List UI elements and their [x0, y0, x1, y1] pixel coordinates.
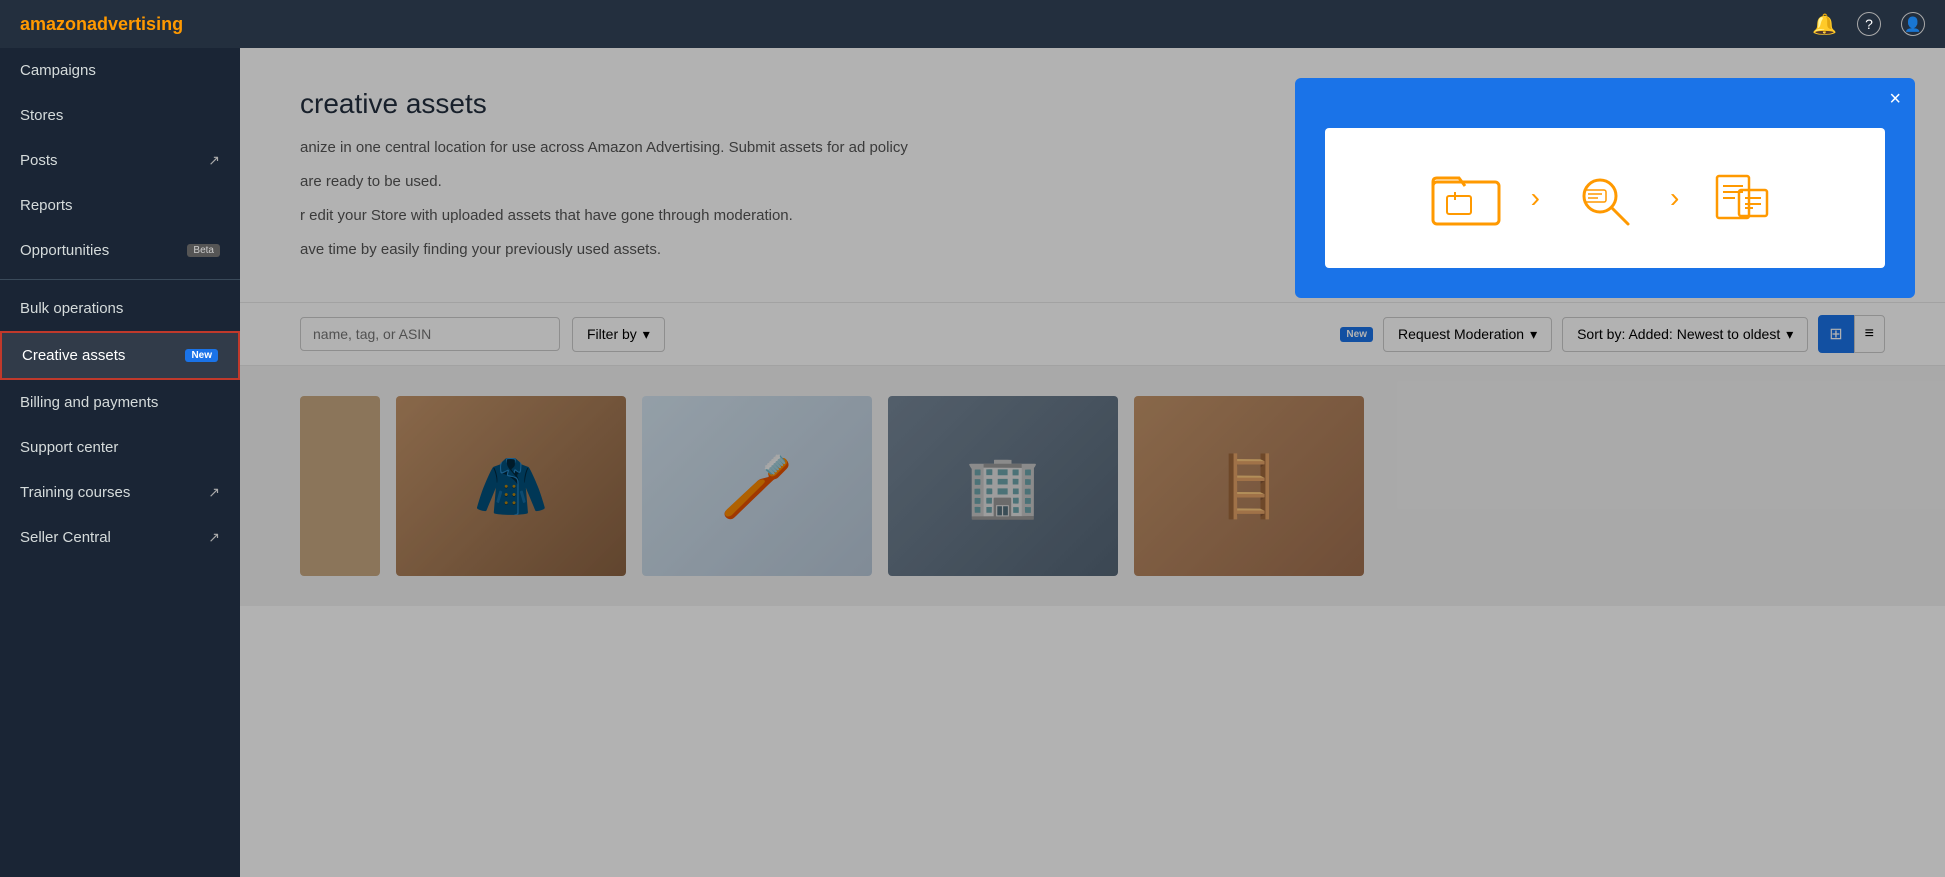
logo-amazon: amazonadvertising: [20, 14, 183, 35]
sidebar-item-bulk-operations[interactable]: Bulk operations: [0, 286, 240, 331]
notification-icon[interactable]: 🔔: [1812, 12, 1837, 37]
workflow-step-1: [1431, 168, 1501, 228]
sidebar-item-posts[interactable]: Posts ↗: [0, 138, 240, 183]
sidebar-label-creative-assets: Creative assets: [22, 347, 125, 364]
sidebar-label-support: Support center: [20, 439, 118, 456]
posts-exit-icon: ↗: [208, 152, 220, 169]
workflow-arrow-1: ›: [1531, 182, 1540, 214]
sidebar-item-opportunities[interactable]: Opportunities Beta: [0, 228, 240, 273]
sidebar: Campaigns Stores Posts ↗ Reports Opportu…: [0, 48, 240, 877]
advertising-text: advertising: [87, 14, 183, 34]
workflow-step-3: [1709, 168, 1779, 228]
content-area: creative assets anize in one central loc…: [240, 48, 1945, 877]
sidebar-item-stores[interactable]: Stores: [0, 93, 240, 138]
modal-inner: › ›: [1325, 128, 1885, 268]
sidebar-label-opportunities: Opportunities: [20, 242, 109, 259]
sidebar-item-seller-central[interactable]: Seller Central ↗: [0, 515, 240, 560]
workflow-arrow-2: ›: [1670, 182, 1679, 214]
user-icon[interactable]: 👤: [1901, 12, 1925, 36]
sidebar-item-support[interactable]: Support center: [0, 425, 240, 470]
modal-overlay: × ›: [240, 48, 1945, 877]
sidebar-label-bulk-operations: Bulk operations: [20, 300, 123, 317]
sidebar-label-reports: Reports: [20, 197, 73, 214]
top-header: amazonadvertising 🔔 ? 👤: [0, 0, 1945, 48]
sidebar-label-stores: Stores: [20, 107, 63, 124]
search-workflow-icon: [1570, 168, 1640, 228]
help-icon[interactable]: ?: [1857, 12, 1881, 36]
sidebar-item-creative-assets[interactable]: Creative assets New: [0, 331, 240, 380]
sidebar-label-training: Training courses: [20, 484, 130, 501]
training-exit-icon: ↗: [208, 484, 220, 501]
creative-assets-new-badge: New: [185, 349, 218, 362]
header-icons: 🔔 ? 👤: [1812, 12, 1925, 37]
seller-central-exit-icon: ↗: [208, 529, 220, 546]
document-icon: [1709, 168, 1779, 228]
sidebar-divider: [0, 279, 240, 280]
modal-close-button[interactable]: ×: [1889, 88, 1901, 111]
main-layout: Campaigns Stores Posts ↗ Reports Opportu…: [0, 48, 1945, 877]
workflow-step-2: [1570, 168, 1640, 228]
amazon-text: amazon: [20, 14, 87, 34]
sidebar-item-campaigns[interactable]: Campaigns: [0, 48, 240, 93]
sidebar-label-billing: Billing and payments: [20, 394, 158, 411]
folder-icon: [1431, 168, 1501, 228]
sidebar-item-billing[interactable]: Billing and payments: [0, 380, 240, 425]
sidebar-label-campaigns: Campaigns: [20, 62, 96, 79]
modal-box: × ›: [1295, 78, 1915, 298]
logo-area: amazonadvertising: [20, 14, 183, 35]
sidebar-label-seller-central: Seller Central: [20, 529, 111, 546]
opportunities-beta-badge: Beta: [187, 244, 220, 257]
sidebar-item-reports[interactable]: Reports: [0, 183, 240, 228]
sidebar-label-posts: Posts: [20, 152, 58, 169]
sidebar-item-training[interactable]: Training courses ↗: [0, 470, 240, 515]
